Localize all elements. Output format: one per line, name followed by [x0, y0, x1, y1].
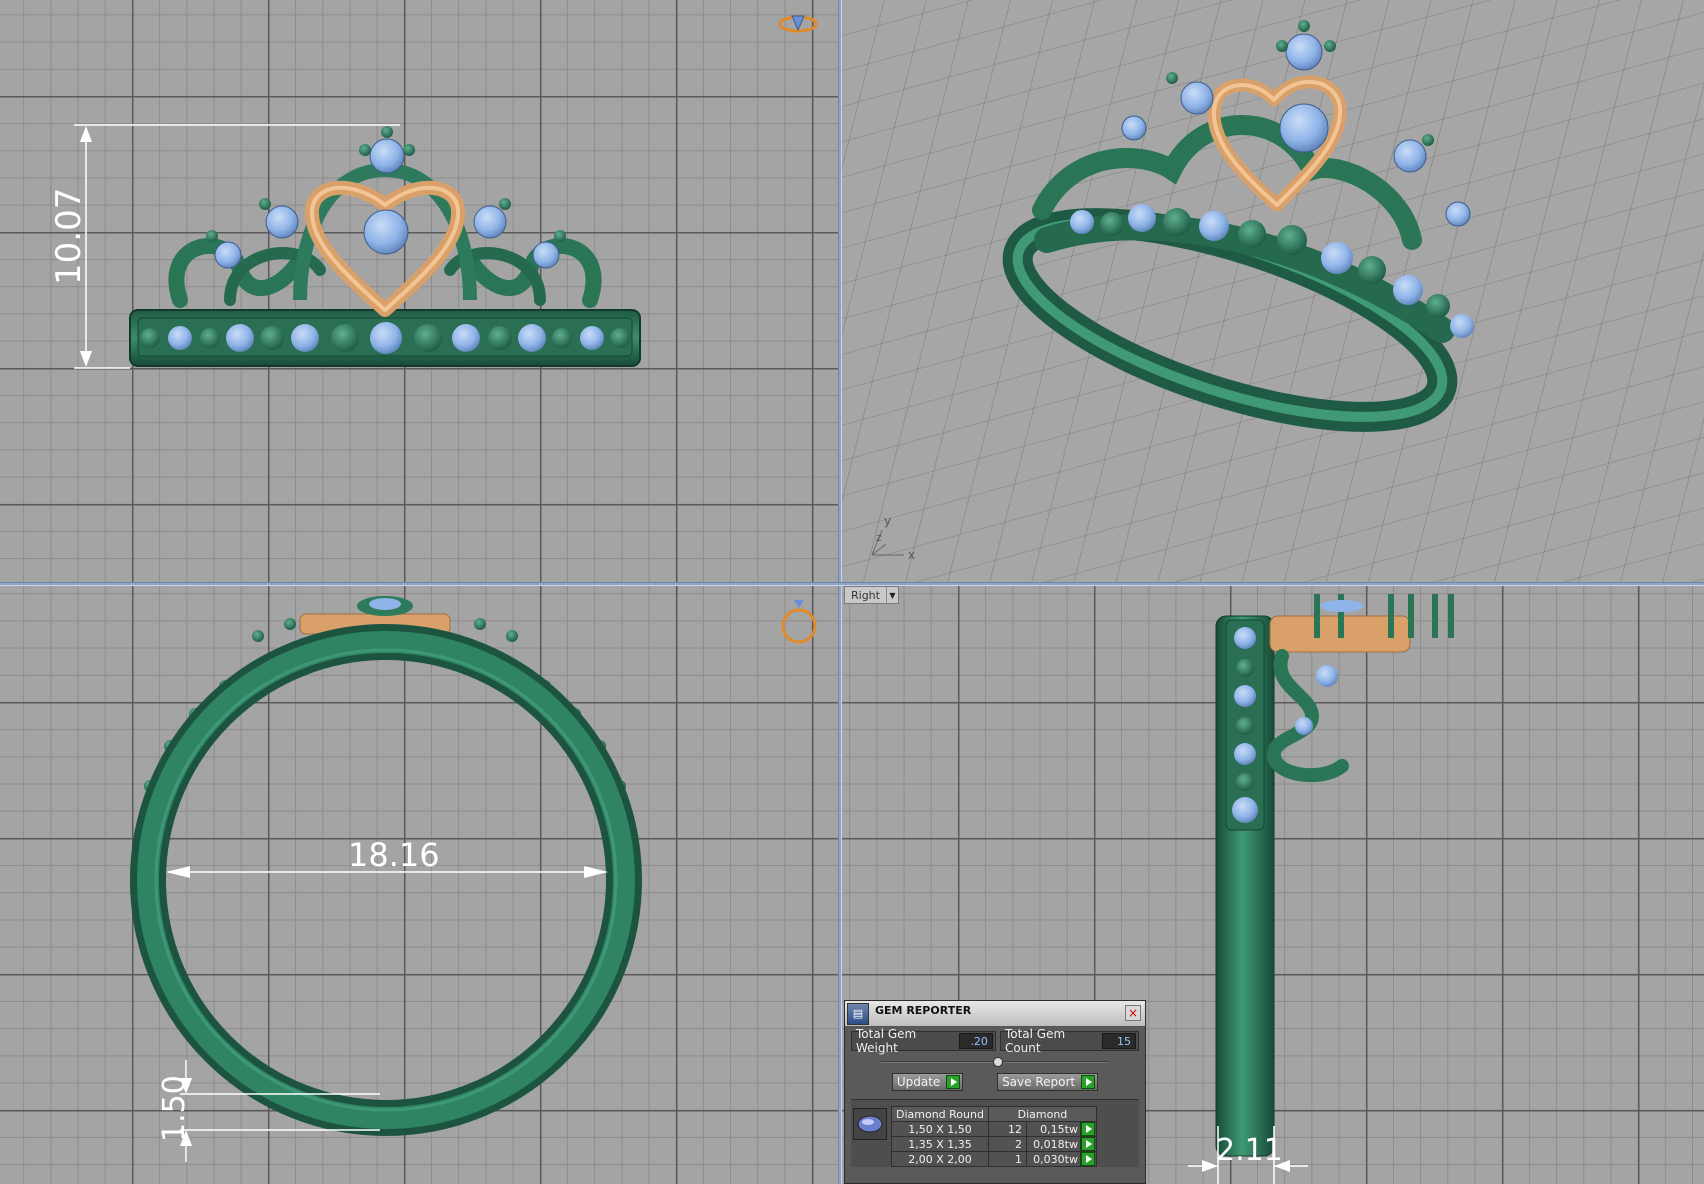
axis-x-label: x: [908, 548, 915, 562]
gem-count: 1: [987, 1151, 1027, 1167]
gem-table: Diamond Round Diamond 1,50 X 1,50 12 0,1…: [891, 1106, 1097, 1167]
column-header-shape: Diamond Round: [891, 1106, 989, 1122]
gem-reporter-slider[interactable]: [881, 1057, 1109, 1067]
perspective-ring-model: y z x: [842, 0, 1704, 582]
gem-size: 2,00 X 2,00: [891, 1151, 989, 1167]
ring-top-gizmo-icon[interactable]: [781, 600, 817, 644]
front-ring-model: 10.07: [49, 15, 818, 369]
play-icon[interactable]: [1081, 1122, 1096, 1136]
total-gem-weight: Total Gem Weight .20: [851, 1027, 996, 1055]
gem-reporter-titlebar[interactable]: ▤ GEM REPORTER ×: [845, 1001, 1145, 1027]
gem-table-section: Diamond Round Diamond 1,50 X 1,50 12 0,1…: [851, 1099, 1139, 1167]
gem-weight: 0,030tw: [1025, 1151, 1081, 1167]
save-report-button-label: Save Report: [1002, 1075, 1076, 1089]
gem-weight: 0,15tw: [1025, 1121, 1081, 1137]
gem-size: 1,50 X 1,50: [891, 1121, 989, 1137]
axis-z-label: z: [876, 531, 882, 544]
close-icon[interactable]: ×: [1125, 1005, 1141, 1021]
save-report-button[interactable]: Save Report: [997, 1073, 1099, 1091]
gem-weight: 0,018tw: [1025, 1136, 1081, 1152]
total-gem-count: Total Gem Count 15: [999, 1027, 1139, 1055]
play-icon[interactable]: [1081, 1137, 1096, 1151]
gem-count: 2: [987, 1136, 1027, 1152]
slider-knob[interactable]: [993, 1057, 1003, 1067]
update-button-label: Update: [896, 1075, 941, 1089]
top-viewport[interactable]: 18.16 1.50: [0, 586, 838, 1184]
total-gem-weight-value: .20: [958, 1033, 993, 1049]
gem-count: 12: [987, 1121, 1027, 1137]
table-row[interactable]: 2,00 X 2,00 1 0,030tw: [891, 1151, 1097, 1167]
height-dimension-label: 10.07: [49, 188, 89, 285]
total-gem-count-value: 15: [1102, 1033, 1136, 1049]
front-viewport[interactable]: 10.07: [0, 0, 838, 582]
table-row[interactable]: 1,50 X 1,50 12 0,15tw: [891, 1121, 1097, 1137]
play-icon[interactable]: [1081, 1075, 1096, 1089]
update-button[interactable]: Update: [891, 1073, 964, 1091]
axis-y-label: y: [884, 514, 891, 528]
total-gem-weight-label: Total Gem Weight: [856, 1027, 917, 1055]
total-gem-count-label: Total Gem Count: [1004, 1027, 1066, 1055]
play-icon[interactable]: [946, 1075, 961, 1089]
band-thickness-label: 1.50: [157, 1075, 192, 1142]
diamond-round-icon: [853, 1108, 887, 1140]
gem-reporter-icon: ▤: [847, 1002, 869, 1025]
gem-reporter-panel: ▤ GEM REPORTER × Total Gem Weight .20 To…: [844, 1000, 1146, 1184]
table-row[interactable]: 1,35 X 1,35 2 0,018tw: [891, 1136, 1097, 1152]
ring-view-gizmo-icon[interactable]: [778, 15, 818, 33]
top-ring-model: 18.16 1.50: [130, 596, 817, 1162]
view-name-dropdown[interactable]: Right ▼: [844, 586, 899, 604]
gem-reporter-title: GEM REPORTER: [875, 1004, 972, 1017]
viewport-splitter-vertical[interactable]: [838, 0, 842, 1184]
jewelry-cad-workspace: 10.07 y z x 18.16 1.50 2.11 Right ▼ ▤ GE…: [0, 0, 1704, 1184]
chevron-down-icon[interactable]: ▼: [885, 587, 898, 603]
band-width-label: 2.11: [1216, 1133, 1283, 1168]
play-icon[interactable]: [1081, 1152, 1096, 1166]
gem-size: 1,35 X 1,35: [891, 1136, 989, 1152]
inner-diameter-label: 18.16: [348, 836, 440, 874]
column-header-material: Diamond: [987, 1106, 1097, 1122]
perspective-viewport[interactable]: y z x: [842, 0, 1704, 582]
view-name-label: Right: [851, 588, 880, 602]
